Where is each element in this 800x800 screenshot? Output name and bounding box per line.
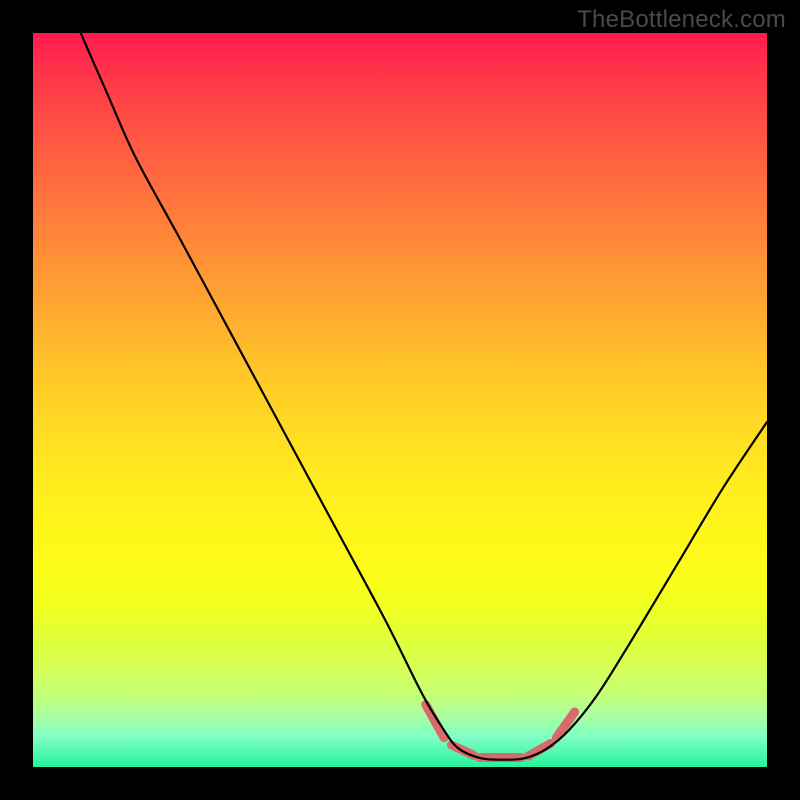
marker-segments bbox=[426, 705, 575, 758]
watermark-label: TheBottleneck.com bbox=[577, 6, 786, 34]
plot-area bbox=[33, 33, 767, 767]
marker-segment bbox=[426, 705, 444, 738]
chart-overlay bbox=[33, 33, 767, 767]
chart-container: TheBottleneck.com bbox=[0, 0, 800, 800]
data-curve bbox=[81, 33, 767, 760]
marker-segment bbox=[528, 744, 550, 756]
